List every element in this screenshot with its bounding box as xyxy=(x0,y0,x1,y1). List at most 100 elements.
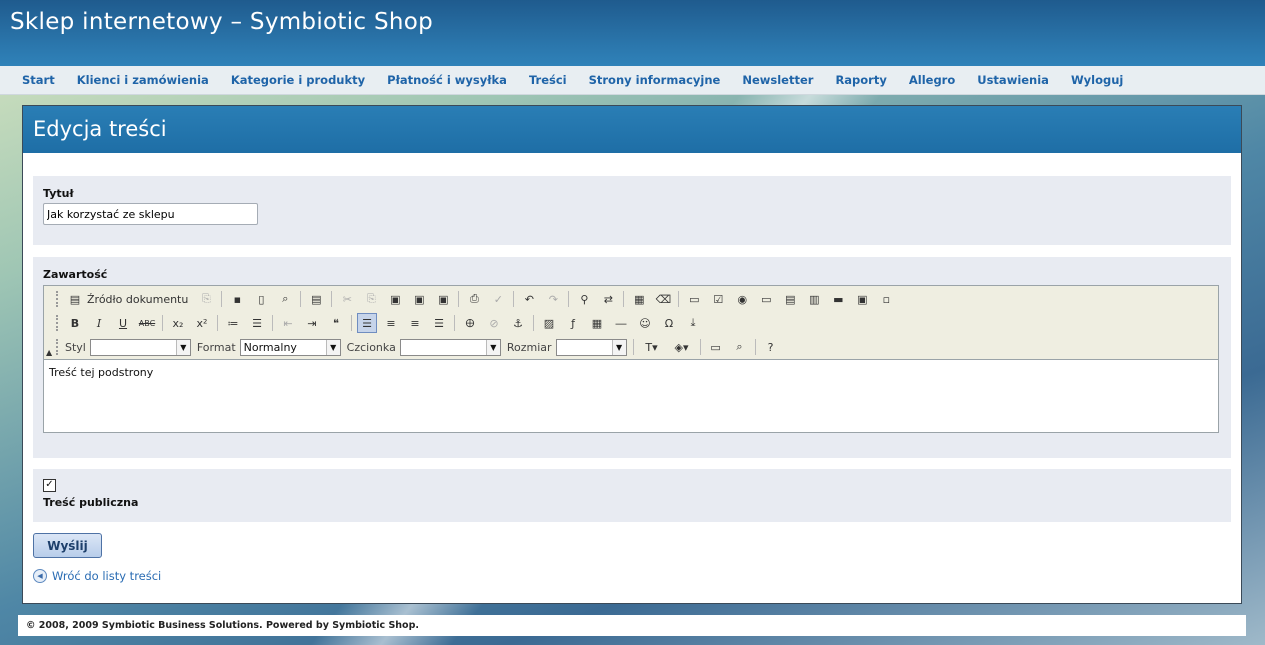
find-icon[interactable]: ⚲ xyxy=(574,289,594,309)
nav-item-categories-products[interactable]: Kategorie i produkty xyxy=(220,73,376,87)
redo-icon[interactable]: ↷ xyxy=(543,289,563,309)
print-icon[interactable]: ⎙ xyxy=(464,289,484,309)
outdent-icon[interactable]: ⇤ xyxy=(278,313,298,333)
flash-icon[interactable]: ƒ xyxy=(563,313,583,333)
new-page-icon[interactable]: ▯ xyxy=(251,289,271,309)
select-field-icon[interactable]: ▥ xyxy=(804,289,824,309)
nav-item-clients-orders[interactable]: Klienci i zamówienia xyxy=(66,73,220,87)
italic-icon[interactable]: I xyxy=(89,313,109,333)
paste-icon[interactable]: ▣ xyxy=(385,289,405,309)
font-select[interactable]: ▼ xyxy=(399,338,501,356)
indent-icon[interactable]: ⇥ xyxy=(302,313,322,333)
source-icon: ▤ xyxy=(69,292,81,306)
save-icon[interactable]: ▪ xyxy=(227,289,247,309)
textarea-icon[interactable]: ▤ xyxy=(780,289,800,309)
nav-item-newsletter[interactable]: Newsletter xyxy=(731,73,824,87)
radio-icon[interactable]: ◉ xyxy=(732,289,752,309)
numbered-list-icon[interactable]: ≔ xyxy=(223,313,243,333)
help-icon[interactable]: ? xyxy=(761,337,781,357)
toolbar-separator xyxy=(272,315,273,331)
title-input[interactable] xyxy=(43,203,258,225)
nav-item-settings[interactable]: Ustawienia xyxy=(966,73,1060,87)
bulleted-list-icon[interactable]: ☰ xyxy=(247,313,267,333)
image-button-icon[interactable]: ▣ xyxy=(852,289,872,309)
bold-icon[interactable]: B xyxy=(65,313,85,333)
smiley-icon[interactable]: ☺ xyxy=(635,313,655,333)
templates-icon[interactable]: ▤ xyxy=(306,289,326,309)
save-template-icon[interactable]: ⎘ xyxy=(196,289,216,309)
subscript-icon[interactable]: x₂ xyxy=(168,313,188,333)
button-field-icon[interactable]: ▬ xyxy=(828,289,848,309)
preview-icon[interactable]: ⌕ xyxy=(275,289,295,309)
toolbar-separator xyxy=(221,291,223,307)
align-center-icon[interactable]: ≡ xyxy=(381,313,401,333)
toolbar-row-2: B I U ABC x₂ x² ≔ ☰ ⇤ ⇥ ❝ ☰ ≡ ≡ ☰ 🜨 ⊘ ⚓ … xyxy=(56,312,707,334)
special-char-icon[interactable]: Ω xyxy=(659,313,679,333)
background-color-icon[interactable]: ◈▾ xyxy=(669,337,695,357)
form-icon[interactable]: ▭ xyxy=(684,289,704,309)
toolbar-separator xyxy=(217,315,218,331)
select-all-icon[interactable]: ▦ xyxy=(629,289,649,309)
editor-content-area[interactable]: Treść tej podstrony xyxy=(44,360,1218,385)
page-break-icon[interactable]: ⤓ xyxy=(683,313,703,333)
checkbox-icon[interactable]: ☑ xyxy=(708,289,728,309)
image-icon[interactable]: ▨ xyxy=(539,313,559,333)
paste-text-icon[interactable]: ▣ xyxy=(409,289,429,309)
hidden-field-icon[interactable]: ▫ xyxy=(876,289,896,309)
collapse-toolbar-icon[interactable]: ▲ xyxy=(46,348,52,357)
site-title: Sklep internetowy – Symbiotic Shop xyxy=(10,9,434,35)
toolbar-separator xyxy=(513,291,515,307)
content-section: Zawartość ▲ ▤ Źródło dokumentu ⎘ ▪ ▯ ⌕ ▤ xyxy=(33,257,1231,458)
style-select[interactable]: ▼ xyxy=(89,338,191,356)
nav-item-logout[interactable]: Wyloguj xyxy=(1060,73,1134,87)
table-icon[interactable]: ▦ xyxy=(587,313,607,333)
format-select[interactable]: Normalny ▼ xyxy=(239,338,341,356)
nav-item-payment-shipping[interactable]: Płatność i wysyłka xyxy=(376,73,518,87)
nav-item-start[interactable]: Start xyxy=(11,73,66,87)
align-justify-icon[interactable]: ☰ xyxy=(429,313,449,333)
style-label: Styl xyxy=(65,340,86,354)
align-right-icon[interactable]: ≡ xyxy=(405,313,425,333)
show-blocks-icon[interactable]: ⌕ xyxy=(730,337,750,357)
copy-icon[interactable]: ⎘ xyxy=(361,289,381,309)
edit-content-panel: Edycja treści Tytuł Zawartość ▲ ▤ Źródło… xyxy=(22,105,1242,604)
nav-item-contents[interactable]: Treści xyxy=(518,73,578,87)
underline-icon[interactable]: U xyxy=(113,313,133,333)
undo-icon[interactable]: ↶ xyxy=(519,289,539,309)
public-checkbox[interactable]: ✓ xyxy=(43,479,56,492)
text-field-icon[interactable]: ▭ xyxy=(756,289,776,309)
remove-format-icon[interactable]: ⌫ xyxy=(653,289,673,309)
site-header: Sklep internetowy – Symbiotic Shop xyxy=(0,0,1265,66)
replace-icon[interactable]: ⇄ xyxy=(598,289,618,309)
blockquote-icon[interactable]: ❝ xyxy=(326,313,346,333)
size-label: Rozmiar xyxy=(506,340,552,354)
paste-word-icon[interactable]: ▣ xyxy=(433,289,453,309)
format-label: Format xyxy=(196,340,236,354)
chevron-down-icon: ▼ xyxy=(485,339,500,355)
source-button[interactable]: ▤ Źródło dokumentu xyxy=(65,289,189,309)
spellcheck-icon[interactable]: ✓ xyxy=(488,289,508,309)
horizontal-rule-icon[interactable]: ― xyxy=(611,313,631,333)
nav-item-info-pages[interactable]: Strony informacyjne xyxy=(578,73,732,87)
submit-button[interactable]: Wyślij xyxy=(33,533,102,558)
strikethrough-icon[interactable]: ABC xyxy=(137,313,157,333)
chevron-down-icon: ▼ xyxy=(325,339,340,355)
superscript-icon[interactable]: x² xyxy=(192,313,212,333)
back-arrow-icon: ◀ xyxy=(33,569,47,583)
back-link-text: Wróć do listy treści xyxy=(52,569,162,583)
toolbar-grip xyxy=(56,291,61,307)
back-to-list-link[interactable]: ◀ Wróć do listy treści xyxy=(33,569,161,583)
anchor-icon[interactable]: ⚓ xyxy=(508,313,528,333)
public-section: ✓ Treść publiczna xyxy=(33,469,1231,522)
size-select[interactable]: ▼ xyxy=(555,338,627,356)
align-left-icon[interactable]: ☰ xyxy=(357,313,377,333)
nav-item-reports[interactable]: Raporty xyxy=(824,73,897,87)
format-select-value: Normalny xyxy=(243,340,297,354)
toolbar-separator xyxy=(623,291,625,307)
link-icon[interactable]: 🜨 xyxy=(460,313,480,333)
unlink-icon[interactable]: ⊘ xyxy=(484,313,504,333)
cut-icon[interactable]: ✂ xyxy=(337,289,357,309)
text-color-icon[interactable]: T▾ xyxy=(639,337,665,357)
nav-item-allegro[interactable]: Allegro xyxy=(898,73,966,87)
maximize-icon[interactable]: ▭ xyxy=(706,337,726,357)
